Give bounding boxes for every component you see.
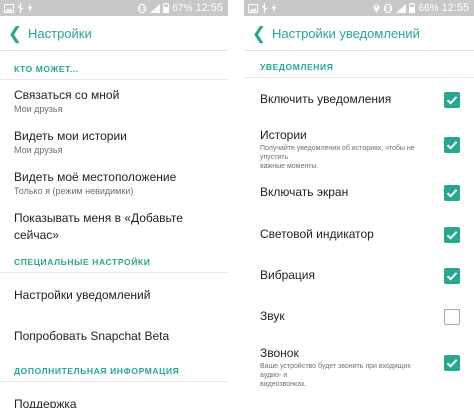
setting-title: Звонок — [260, 346, 299, 360]
setting-title: Звук — [260, 309, 285, 323]
setting-support[interactable]: Поддержка — [14, 396, 220, 408]
setting-view-location[interactable]: Видеть моё местоположение Только я (режи… — [14, 169, 220, 197]
section-header-notifications: УВЕДОМЛЕНИЯ — [260, 62, 334, 72]
checkmark-icon — [446, 359, 458, 368]
page-title: Настройки уведомлений — [272, 25, 420, 41]
checkbox-checked[interactable] — [444, 268, 460, 284]
picture-icon — [248, 3, 258, 13]
checkbox-unchecked[interactable] — [444, 309, 460, 325]
section-divider — [244, 77, 474, 78]
setting-text: Звук — [260, 308, 434, 325]
notification-setting-row[interactable]: Истории Получайте уведомления об историях… — [244, 127, 474, 170]
notification-setting-row[interactable]: Звук — [244, 308, 474, 344]
vibrate-icon — [137, 3, 147, 13]
section-header-additional: ДОПОЛНИТЕЛЬНАЯ ИНФОРМАЦИЯ — [14, 366, 180, 376]
checkbox-checked[interactable] — [444, 137, 460, 153]
vibrate-icon — [383, 3, 393, 13]
notification-setting-row[interactable]: Включить уведомления — [244, 91, 474, 127]
location-icon — [373, 3, 380, 13]
usb-icon — [261, 3, 268, 13]
clock: 12:55 — [441, 2, 469, 14]
setting-text: Вибрация — [260, 267, 434, 284]
battery-percent: 67% — [172, 2, 193, 14]
checkbox-checked[interactable] — [444, 355, 460, 371]
section-divider — [0, 381, 228, 382]
setting-title: Видеть моё местоположение — [14, 170, 177, 184]
setting-title: Истории — [260, 128, 307, 142]
setting-title-line1: Показывать меня в «Добавьте — [14, 211, 183, 225]
notification-setting-row[interactable]: Световой индикатор — [244, 226, 474, 262]
flash-icon — [27, 3, 33, 13]
header-divider — [244, 50, 474, 51]
section-header-special: СПЕЦИАЛЬНЫЕ НАСТРОЙКИ — [14, 257, 151, 267]
checkmark-icon — [446, 272, 458, 281]
setting-title: Попробовать Snapchat Beta — [14, 329, 170, 343]
settings-screen: 67% 12:55 ❮ Настройки КТО МОЖЕТ... Связа… — [0, 0, 228, 408]
usb-icon — [17, 3, 24, 13]
notification-setting-row[interactable]: Включать экран — [244, 184, 474, 220]
battery-icon — [409, 3, 416, 13]
back-arrow-icon[interactable]: ❮ — [6, 25, 24, 42]
setting-title: Связаться со мной — [14, 88, 120, 102]
section-divider — [0, 79, 228, 80]
battery-percent: 66% — [418, 2, 439, 14]
setting-title: Включать экран — [260, 185, 349, 199]
setting-text: Истории Получайте уведомления об историях… — [260, 127, 434, 171]
setting-value: Мои друзья — [14, 104, 63, 114]
notification-settings-screen: 66% 12:55 ❮ Настройки уведомлений УВЕДОМ… — [244, 0, 474, 408]
setting-title: Световой индикатор — [260, 227, 374, 241]
setting-description: видеозвонках. — [260, 381, 307, 388]
setting-text: Световой индикатор — [260, 226, 434, 243]
setting-description: Получайте уведомления об историях, чтобы… — [260, 145, 415, 161]
checkbox-checked[interactable] — [444, 92, 460, 108]
checkmark-icon — [446, 96, 458, 105]
section-header-who-can: КТО МОЖЕТ... — [14, 64, 79, 74]
flash-icon — [271, 3, 277, 13]
setting-title: Поддержка — [14, 397, 77, 408]
signal-icon — [396, 3, 407, 13]
app-bar: ❮ Настройки — [0, 16, 228, 50]
setting-title: Настройки уведомлений — [14, 288, 151, 302]
status-bar: 66% 12:55 — [244, 0, 474, 16]
screenshot-pair: 67% 12:55 ❮ Настройки КТО МОЖЕТ... Связа… — [0, 0, 474, 408]
notification-setting-row[interactable]: Звонок Ваше устройство будет звонить при … — [244, 345, 474, 388]
setting-title: Включить уведомления — [260, 92, 392, 106]
section-divider — [0, 272, 228, 273]
status-bar: 67% 12:55 — [0, 0, 228, 16]
signal-icon — [150, 3, 161, 13]
setting-snapchat-beta[interactable]: Попробовать Snapchat Beta — [14, 328, 220, 345]
battery-icon — [163, 3, 170, 13]
checkmark-icon — [446, 231, 458, 240]
checkmark-icon — [446, 189, 458, 198]
back-arrow-icon[interactable]: ❮ — [250, 25, 268, 42]
setting-text: Включить уведомления — [260, 91, 434, 108]
setting-text: Включать экран — [260, 184, 434, 201]
setting-quick-add[interactable]: Показывать меня в «Добавьте сейчас» — [14, 210, 220, 244]
clock: 12:55 — [195, 2, 223, 14]
picture-icon — [4, 3, 14, 13]
setting-text: Звонок Ваше устройство будет звонить при … — [260, 345, 434, 389]
header-divider — [0, 50, 228, 51]
setting-contact-me[interactable]: Связаться со мной Мои друзья — [14, 87, 220, 115]
setting-title: Видеть мои истории — [14, 129, 127, 143]
app-bar: ❮ Настройки уведомлений — [244, 16, 474, 50]
notification-setting-row[interactable]: Вибрация — [244, 267, 474, 303]
setting-description: Ваше устройство будет звонить при входящ… — [260, 363, 411, 379]
setting-value: Только я (режим невидимки) — [14, 186, 134, 196]
checkbox-checked[interactable] — [444, 227, 460, 243]
checkbox-checked[interactable] — [444, 185, 460, 201]
setting-value: Мои друзья — [14, 145, 63, 155]
checkmark-icon — [446, 141, 458, 150]
setting-title: Вибрация — [260, 268, 316, 282]
page-title: Настройки — [28, 25, 92, 41]
setting-title-line2: сейчас» — [14, 228, 59, 242]
setting-notifications[interactable]: Настройки уведомлений — [14, 287, 220, 304]
setting-description: важные моменты. — [260, 163, 319, 170]
setting-view-stories[interactable]: Видеть мои истории Мои друзья — [14, 128, 220, 156]
